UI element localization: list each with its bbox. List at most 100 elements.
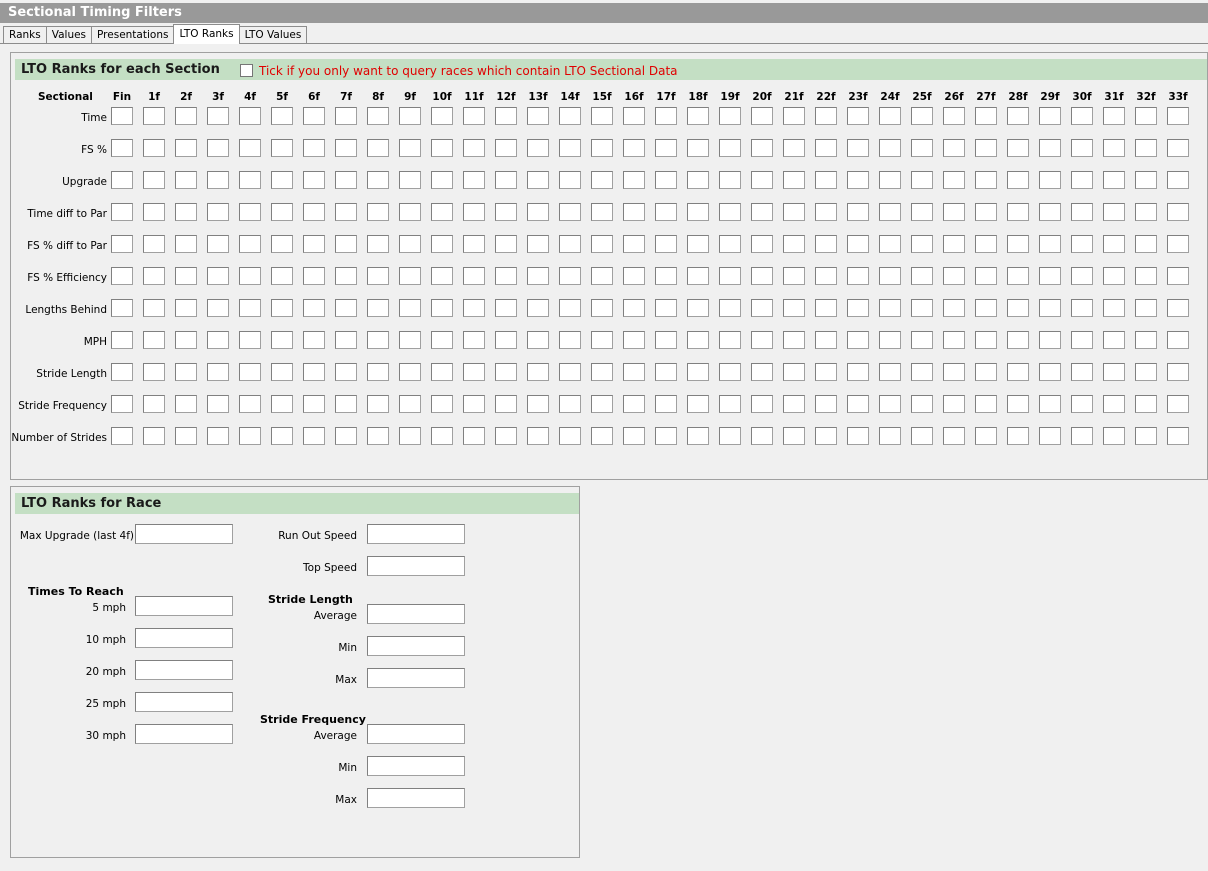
rank-input-mph-10f[interactable] (431, 331, 453, 349)
rank-input-number-of-strides-30f[interactable] (1071, 427, 1093, 445)
rank-input-fs-pct-efficiency-27f[interactable] (975, 267, 997, 285)
rank-input-fs-pct-diff-to-par-29f[interactable] (1039, 235, 1061, 253)
rank-input-stride-frequency-31f[interactable] (1103, 395, 1125, 413)
rank-input-time-20f[interactable] (751, 107, 773, 125)
rank-input-fs-pct-diff-to-par-27f[interactable] (975, 235, 997, 253)
rank-input-upgrade-18f[interactable] (687, 171, 709, 189)
rank-input-time-diff-to-par-20f[interactable] (751, 203, 773, 221)
rank-input-lengths-behind-18f[interactable] (687, 299, 709, 317)
rank-input-fs-pct-diff-to-par-4f[interactable] (239, 235, 261, 253)
rank-input-stride-frequency-20f[interactable] (751, 395, 773, 413)
rank-input-time-diff-to-par-30f[interactable] (1071, 203, 1093, 221)
rank-input-time-21f[interactable] (783, 107, 805, 125)
rank-input-stride-length-4f[interactable] (239, 363, 261, 381)
rank-input-upgrade-23f[interactable] (847, 171, 869, 189)
lto-data-only-label[interactable]: Tick if you only want to query races whi… (259, 65, 678, 77)
rank-input-number-of-strides-22f[interactable] (815, 427, 837, 445)
rank-input-mph-25f[interactable] (911, 331, 933, 349)
rank-input-time-32f[interactable] (1135, 107, 1157, 125)
rank-input-upgrade-3f[interactable] (207, 171, 229, 189)
rank-input-fs-pct-17f[interactable] (655, 139, 677, 157)
rank-input-mph-28f[interactable] (1007, 331, 1029, 349)
rank-input-fs-pct-diff-to-par-33f[interactable] (1167, 235, 1189, 253)
rank-input-time-diff-to-par-1f[interactable] (143, 203, 165, 221)
rank-input-mph-29f[interactable] (1039, 331, 1061, 349)
rank-input-lengths-behind-20f[interactable] (751, 299, 773, 317)
rank-input-time-diff-to-par-29f[interactable] (1039, 203, 1061, 221)
rank-input-time-diff-to-par-10f[interactable] (431, 203, 453, 221)
rank-input-time-diff-to-par-5f[interactable] (271, 203, 293, 221)
rank-input-time-diff-to-par-17f[interactable] (655, 203, 677, 221)
rank-input-fs-pct-8f[interactable] (367, 139, 389, 157)
rank-input-time-14f[interactable] (559, 107, 581, 125)
rank-input-stride-length-17f[interactable] (655, 363, 677, 381)
rank-input-fs-pct-27f[interactable] (975, 139, 997, 157)
rank-input-stride-frequency-23f[interactable] (847, 395, 869, 413)
rank-input-fs-pct-15f[interactable] (591, 139, 613, 157)
rank-input-lengths-behind-25f[interactable] (911, 299, 933, 317)
rank-input-fs-pct-efficiency-18f[interactable] (687, 267, 709, 285)
rank-input-fs-pct-diff-to-par-15f[interactable] (591, 235, 613, 253)
rank-input-fs-pct-3f[interactable] (207, 139, 229, 157)
rank-input-upgrade-10f[interactable] (431, 171, 453, 189)
rank-input-stride-length-6f[interactable] (303, 363, 325, 381)
rank-input-fs-pct-efficiency-3f[interactable] (207, 267, 229, 285)
stride-length-max-input[interactable] (367, 668, 465, 688)
rank-input-mph-18f[interactable] (687, 331, 709, 349)
rank-input-stride-length-21f[interactable] (783, 363, 805, 381)
rank-input-lengths-behind-33f[interactable] (1167, 299, 1189, 317)
rank-input-fs-pct-diff-to-par-14f[interactable] (559, 235, 581, 253)
rank-input-stride-frequency-33f[interactable] (1167, 395, 1189, 413)
rank-input-fs-pct-diff-to-par-fin[interactable] (111, 235, 133, 253)
rank-input-fs-pct-diff-to-par-7f[interactable] (335, 235, 357, 253)
rank-input-stride-frequency-21f[interactable] (783, 395, 805, 413)
rank-input-upgrade-1f[interactable] (143, 171, 165, 189)
rank-input-stride-frequency-14f[interactable] (559, 395, 581, 413)
rank-input-time-18f[interactable] (687, 107, 709, 125)
rank-input-stride-length-1f[interactable] (143, 363, 165, 381)
rank-input-mph-2f[interactable] (175, 331, 197, 349)
rank-input-number-of-strides-2f[interactable] (175, 427, 197, 445)
rank-input-lengths-behind-7f[interactable] (335, 299, 357, 317)
rank-input-mph-26f[interactable] (943, 331, 965, 349)
rank-input-stride-frequency-7f[interactable] (335, 395, 357, 413)
rank-input-time-27f[interactable] (975, 107, 997, 125)
rank-input-time-25f[interactable] (911, 107, 933, 125)
rank-input-number-of-strides-18f[interactable] (687, 427, 709, 445)
rank-input-number-of-strides-8f[interactable] (367, 427, 389, 445)
rank-input-upgrade-6f[interactable] (303, 171, 325, 189)
rank-input-time-diff-to-par-25f[interactable] (911, 203, 933, 221)
rank-input-upgrade-9f[interactable] (399, 171, 421, 189)
rank-input-stride-length-33f[interactable] (1167, 363, 1189, 381)
reach-20mph-input[interactable] (135, 660, 233, 680)
rank-input-lengths-behind-19f[interactable] (719, 299, 741, 317)
rank-input-fs-pct-26f[interactable] (943, 139, 965, 157)
rank-input-time-17f[interactable] (655, 107, 677, 125)
rank-input-number-of-strides-28f[interactable] (1007, 427, 1029, 445)
max-upgrade-input[interactable] (135, 524, 233, 544)
rank-input-stride-frequency-10f[interactable] (431, 395, 453, 413)
rank-input-time-diff-to-par-3f[interactable] (207, 203, 229, 221)
rank-input-upgrade-29f[interactable] (1039, 171, 1061, 189)
rank-input-mph-7f[interactable] (335, 331, 357, 349)
rank-input-upgrade-14f[interactable] (559, 171, 581, 189)
rank-input-lengths-behind-26f[interactable] (943, 299, 965, 317)
rank-input-mph-17f[interactable] (655, 331, 677, 349)
rank-input-fs-pct-5f[interactable] (271, 139, 293, 157)
rank-input-mph-5f[interactable] (271, 331, 293, 349)
rank-input-number-of-strides-27f[interactable] (975, 427, 997, 445)
rank-input-fs-pct-efficiency-6f[interactable] (303, 267, 325, 285)
rank-input-time-fin[interactable] (111, 107, 133, 125)
rank-input-time-28f[interactable] (1007, 107, 1029, 125)
rank-input-fs-pct-efficiency-23f[interactable] (847, 267, 869, 285)
rank-input-number-of-strides-26f[interactable] (943, 427, 965, 445)
rank-input-stride-frequency-12f[interactable] (495, 395, 517, 413)
rank-input-mph-13f[interactable] (527, 331, 549, 349)
rank-input-time-4f[interactable] (239, 107, 261, 125)
rank-input-fs-pct-10f[interactable] (431, 139, 453, 157)
rank-input-fs-pct-16f[interactable] (623, 139, 645, 157)
rank-input-fs-pct-31f[interactable] (1103, 139, 1125, 157)
rank-input-lengths-behind-fin[interactable] (111, 299, 133, 317)
rank-input-stride-length-31f[interactable] (1103, 363, 1125, 381)
rank-input-fs-pct-32f[interactable] (1135, 139, 1157, 157)
